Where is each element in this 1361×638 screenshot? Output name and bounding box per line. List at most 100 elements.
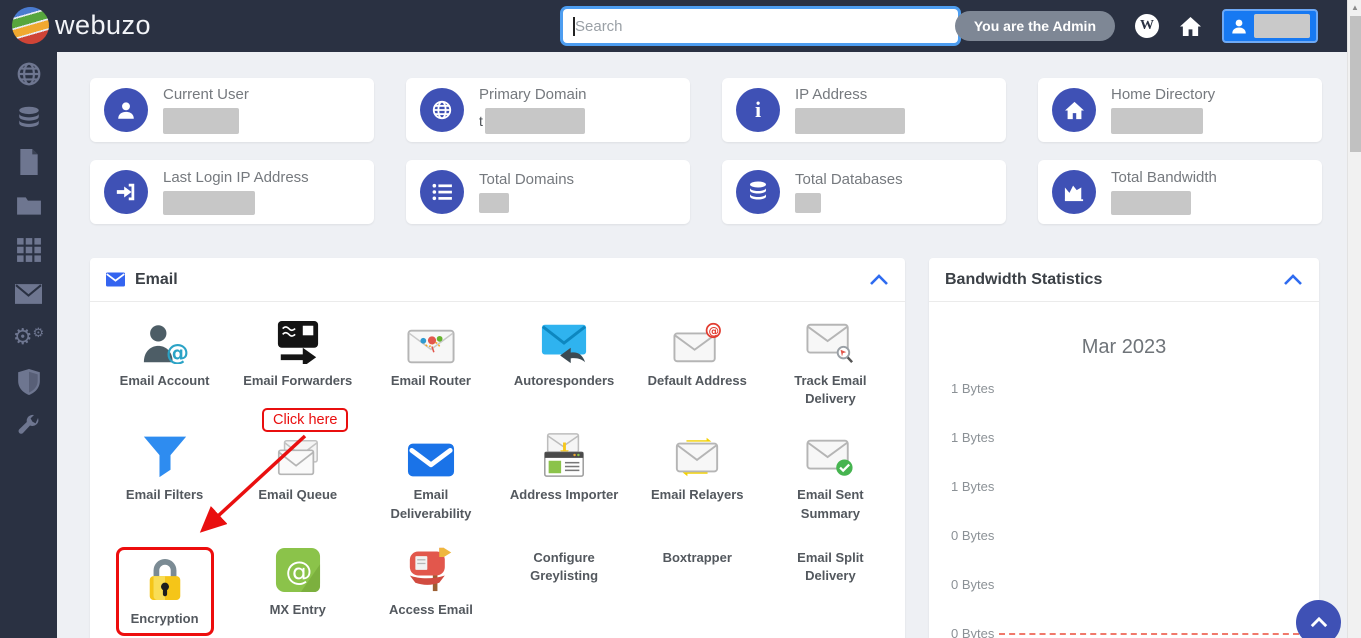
email-item-address-importer[interactable]: Address Importer [498,432,631,522]
email-item-email-filters[interactable]: Email Filters [98,432,231,522]
envelope-icon[interactable] [15,280,43,308]
area-chart-icon [1052,170,1096,214]
email-feature-grid: @ Email Account Email Forwarders Email R… [90,302,905,636]
brand-name: webuzo [55,10,151,41]
info-card-total-domains: Total Domains [406,160,690,224]
bandwidth-panel-title: Bandwidth Statistics [945,271,1102,289]
email-filters-icon [142,432,188,478]
card-label: Total Domains [479,171,574,188]
wordpress-icon[interactable]: W [1135,14,1159,38]
search-input[interactable] [563,9,958,43]
redacted-value [795,193,821,213]
scrollbar-thumb[interactable] [1350,16,1361,152]
email-item-label: Email Relayers [651,486,744,504]
chart-title: Mar 2023 [929,336,1319,359]
info-card-ip-address: i IP Address [722,78,1006,142]
card-label: Total Bandwidth [1111,169,1217,186]
folder-icon[interactable] [15,192,43,220]
bandwidth-chart: Mar 2023 1 Bytes 1 Bytes 1 Bytes 0 Bytes… [929,302,1319,637]
email-item-email-sent-summary[interactable]: Email Sent Summary [764,432,897,522]
vertical-scrollbar: ▲ [1347,0,1361,638]
redacted-value [163,191,255,215]
email-item-email-queue[interactable]: Email Queue [231,432,364,522]
email-router-icon [407,318,455,364]
email-item-email-router[interactable]: Email Router [364,318,497,408]
redacted-value [795,108,905,134]
email-item-email-split-delivery[interactable]: Email Split Delivery [764,547,897,636]
zero-baseline-dashed-line [999,633,1299,635]
card-label: Home Directory [1111,86,1215,103]
email-item-access-email[interactable]: Access Email [364,547,497,636]
email-item-mx-entry[interactable]: @ MX Entry [231,547,364,636]
login-arrow-icon [104,170,148,214]
email-item-email-relayers[interactable]: Email Relayers [631,432,764,522]
info-card-last-login-ip: Last Login IP Address [90,160,374,224]
email-item-label: Access Email [389,601,473,619]
email-panel: Email @ Email Account Email Forwarders [90,258,905,638]
email-item-label: Email Forwarders [243,372,352,390]
scrollbar-up-arrow[interactable]: ▲ [1351,3,1359,12]
user-menu[interactable] [1222,9,1318,43]
y-axis-tick: 1 Bytes [951,430,994,445]
email-item-label: Encryption [131,610,199,628]
email-item-email-account[interactable]: @ Email Account [98,318,231,408]
shield-icon[interactable] [15,368,43,396]
document-icon[interactable] [15,148,43,176]
address-importer-icon [540,432,588,478]
gears-icon[interactable]: ⚙⚙ [15,324,43,352]
svg-text:@: @ [709,325,720,337]
email-item-label: Email Queue [258,486,337,504]
info-card-total-databases: Total Databases [722,160,1006,224]
email-item-email-deliverability[interactable]: Email Deliverability [364,432,497,522]
card-label: Last Login IP Address [163,169,309,186]
globe-icon[interactable] [15,60,43,88]
redacted-username [1254,14,1310,38]
top-navbar: webuzo You are the Admin W [0,0,1361,52]
info-card-total-bandwidth: Total Bandwidth [1038,160,1322,224]
email-forwarders-icon [274,318,322,364]
info-card-primary-domain: Primary Domain t [406,78,690,142]
email-relayers-icon [673,432,721,478]
info-card-current-user: Current User [90,78,374,142]
chevron-up-icon[interactable] [1283,274,1303,286]
chevron-up-icon [1310,617,1328,628]
y-axis-tick: 0 Bytes [951,626,994,638]
email-item-track-email-delivery[interactable]: Track Email Delivery [764,318,897,408]
svg-text:@: @ [285,556,312,587]
chevron-up-icon[interactable] [869,274,889,286]
redacted-value [1111,108,1203,134]
card-label: IP Address [795,86,905,103]
track-email-delivery-icon [806,318,854,364]
mx-entry-icon: @ [275,547,321,593]
envelope-icon [106,272,125,287]
email-item-default-address[interactable]: @ Default Address [631,318,764,408]
email-item-boxtrapper[interactable]: Boxtrapper [631,547,764,636]
admin-badge: You are the Admin [955,11,1115,41]
text-cursor [573,17,575,36]
database-icon[interactable] [15,104,43,132]
apps-grid-icon[interactable] [15,236,43,264]
redacted-value [485,108,585,134]
user-icon [104,88,148,132]
wrench-icon[interactable] [15,412,43,440]
home-icon[interactable] [1179,16,1202,37]
list-icon [420,170,464,214]
email-item-autoresponders[interactable]: Autoresponders [498,318,631,408]
email-item-configure-greylisting[interactable]: Configure Greylisting [498,547,631,636]
bandwidth-panel: Bandwidth Statistics Mar 2023 1 Bytes 1 … [929,258,1319,638]
card-label: Current User [163,86,249,103]
email-item-encryption[interactable]: Encryption [98,547,231,636]
email-item-email-forwarders[interactable]: Email Forwarders [231,318,364,408]
svg-text:@: @ [166,340,189,364]
email-panel-header: Email [90,258,905,302]
autoresponders-icon [540,318,588,364]
scroll-to-top-button[interactable] [1296,600,1341,638]
click-here-annotation: Click here [262,408,348,432]
email-panel-title: Email [135,271,178,289]
email-item-label: Default Address [648,372,747,390]
user-icon [1230,16,1248,36]
email-item-label: Address Importer [510,486,618,504]
email-item-label: Email Split Delivery [771,549,889,585]
webuzo-logo[interactable]: webuzo [12,7,151,44]
database-icon [736,170,780,214]
